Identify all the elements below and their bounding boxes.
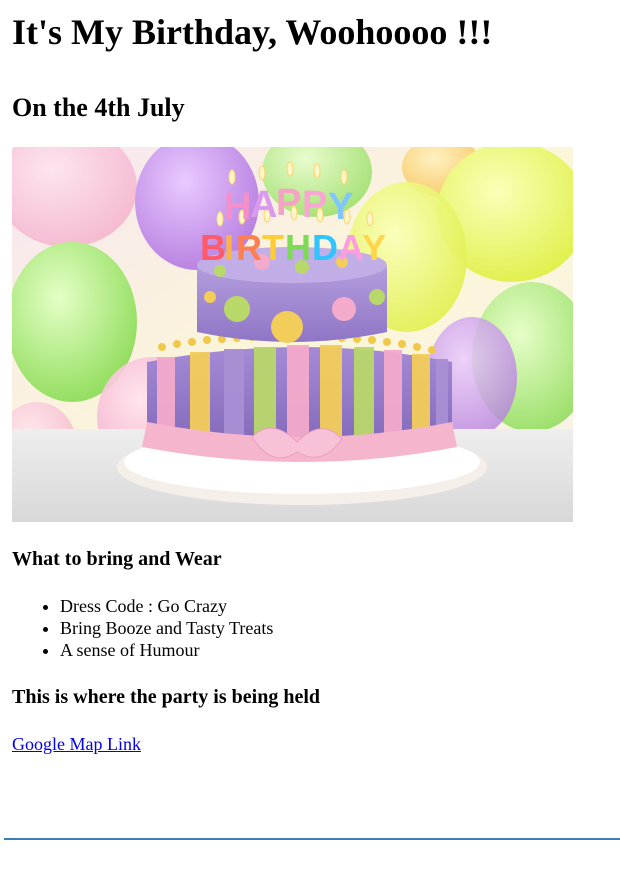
candle-letter-b: B [200,227,226,268]
bottom-divider [4,838,620,840]
candle-letter-i: I [224,227,234,268]
candle-letter-d: D [312,227,338,268]
birthday-cake-image: H A P P Y B I R T H D A Y [12,147,573,522]
candle-letter-y: Y [328,186,353,228]
google-map-link[interactable]: Google Map Link [12,732,141,756]
candle-letter-t: T [262,227,284,268]
bring-section-heading: What to bring and Wear [12,548,222,570]
candle-letter-y2: Y [362,227,386,268]
cake-illustration: H A P P Y B I R T H D A Y [12,147,573,522]
list-item: A sense of Humour [60,639,273,661]
list-item: Bring Booze and Tasty Treats [60,617,273,639]
list-item: Dress Code : Go Crazy [60,595,273,617]
candle-letter-a: A [250,184,277,226]
candle-letter-p1: P [276,182,301,224]
candle-letter-r: R [236,227,262,268]
bring-list: Dress Code : Go Crazy Bring Booze and Ta… [12,595,273,661]
location-section-heading: This is where the party is being held [12,686,320,708]
page-title: It's My Birthday, Woohoooo !!! [12,12,493,52]
candle-letter-h2: H [285,227,311,268]
page-subtitle: On the 4th July [12,93,185,122]
candle-letter-p2: P [302,184,327,226]
page-container: It's My Birthday, Woohoooo !!! On the 4t… [0,11,620,840]
candle-letter-h: H [224,186,251,228]
candle-letter-a2: A [338,227,364,268]
